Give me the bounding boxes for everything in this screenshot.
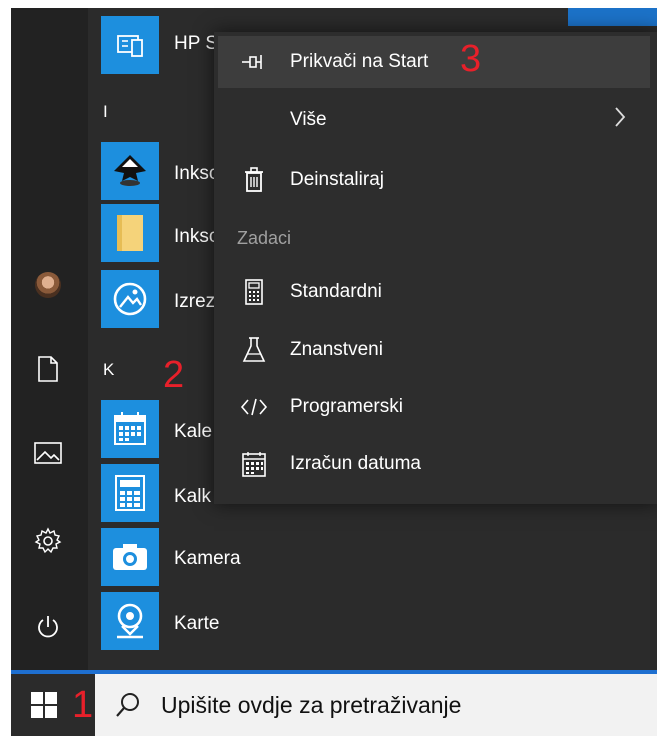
task-date-item[interactable]: Izračun datuma (218, 438, 650, 490)
camera-icon (113, 544, 147, 570)
annotation-step-1: 1 (72, 684, 94, 726)
app-label-maps[interactable]: Karte (174, 613, 314, 635)
search-icon (116, 693, 139, 717)
task-standard-label: Standardni (290, 281, 382, 302)
search-placeholder[interactable]: Upišite ovdje za pretraživanje (161, 692, 461, 719)
gear-icon (34, 527, 62, 554)
app-tile-snip[interactable] (101, 270, 159, 328)
windows-start-button[interactable] (21, 682, 67, 728)
document-icon (38, 356, 58, 382)
uninstall-label: Deinstaliraj (290, 169, 384, 190)
section-letter-i[interactable]: I (103, 102, 108, 122)
app-tile-calculator[interactable] (101, 464, 159, 522)
search-box[interactable]: Upišite ovdje za pretraživanje (95, 674, 657, 736)
uninstall-item[interactable]: Deinstaliraj (218, 154, 650, 206)
app-tile-inkscape-folder[interactable] (101, 204, 159, 262)
avatar (35, 272, 61, 298)
calendar-icon (240, 450, 268, 478)
trash-icon (240, 166, 268, 194)
app-tile-calendar[interactable] (101, 400, 159, 458)
pin-to-start-label: Prikvači na Start (290, 51, 429, 72)
app-tile-maps[interactable] (101, 592, 159, 650)
folder-icon (117, 215, 143, 251)
more-label: Više (290, 109, 327, 130)
user-account-button[interactable] (19, 262, 77, 308)
more-item[interactable]: Više (218, 94, 650, 146)
flask-icon (240, 336, 268, 364)
windows-icon (31, 692, 57, 718)
settings-button[interactable] (19, 518, 77, 564)
calculator-icon (115, 475, 145, 511)
section-letter-k[interactable]: K (103, 360, 114, 380)
power-button[interactable] (19, 604, 77, 650)
pin-to-start-item[interactable]: Prikvači na Start (218, 36, 650, 88)
code-icon (240, 393, 268, 421)
task-scientific-label: Znanstveni (290, 339, 383, 360)
maps-icon (117, 603, 143, 639)
app-label-camera[interactable]: Kamera (174, 548, 314, 570)
app-tile-camera[interactable] (101, 528, 159, 586)
task-scientific-item[interactable]: Znanstveni (218, 324, 650, 376)
annotation-step-2: 2 (163, 354, 185, 396)
hp-support-icon (117, 35, 143, 57)
documents-button[interactable] (19, 346, 77, 392)
tasks-section-header: Zadaci (237, 228, 292, 248)
taskbar: Upišite ovdje za pretraživanje (11, 670, 657, 736)
calculator-icon (240, 278, 268, 306)
picture-icon (34, 442, 62, 464)
inkscape-icon (114, 155, 146, 186)
context-menu: Prikvači na Start Više Deinstaliraj Zada… (214, 32, 657, 504)
task-date-label: Izračun datuma (290, 453, 421, 474)
snip-sketch-icon (113, 282, 147, 316)
calendar-icon (114, 412, 146, 445)
app-tile-inkscape[interactable] (101, 142, 159, 200)
chevron-right-icon (614, 106, 626, 134)
pictures-button[interactable] (19, 430, 77, 476)
app-tile-hp[interactable] (101, 16, 159, 74)
live-tile-edge (568, 8, 657, 26)
task-programmer-item[interactable]: Programerski (218, 381, 650, 433)
start-rail (11, 8, 88, 670)
power-icon (38, 616, 58, 638)
annotation-step-3: 3 (460, 38, 482, 80)
pin-icon (240, 48, 268, 76)
task-standard-item[interactable]: Standardni (218, 266, 650, 318)
task-programmer-label: Programerski (290, 396, 403, 417)
